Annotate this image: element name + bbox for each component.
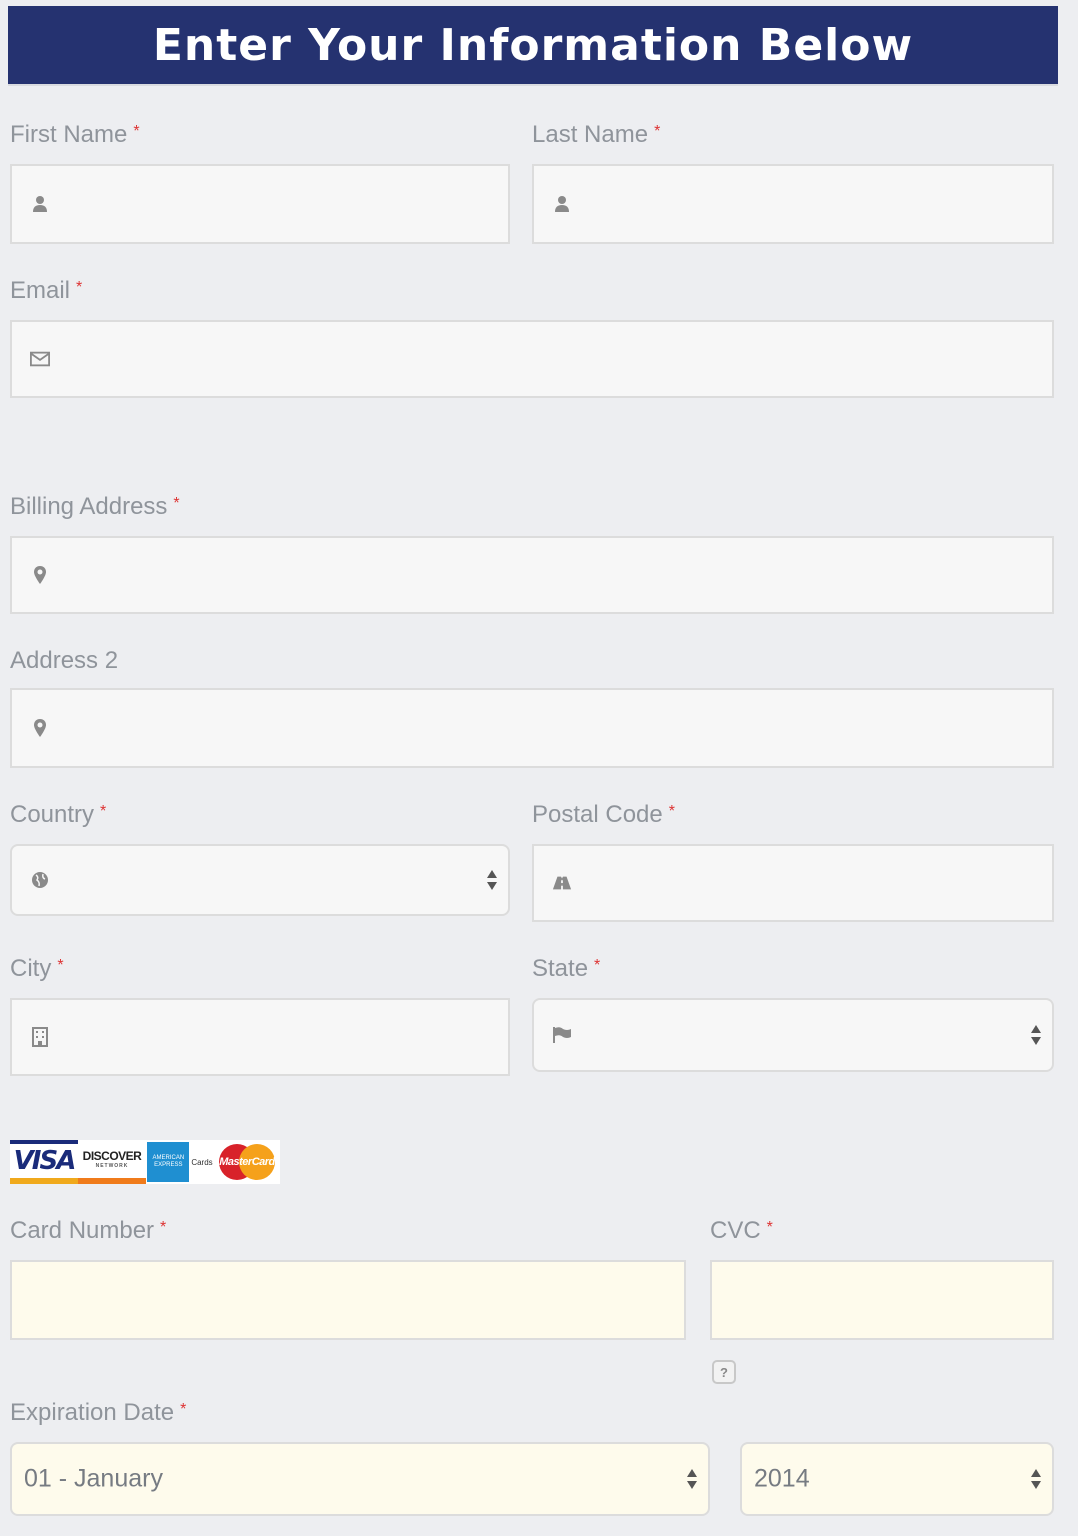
last-name-label: Last Name * (532, 121, 661, 148)
form-header: Enter Your Information Below (8, 6, 1058, 84)
city-input[interactable] (10, 998, 510, 1076)
billing-address-input[interactable] (10, 536, 1054, 614)
required-marker: * (160, 1219, 167, 1236)
select-arrows-icon (1031, 1025, 1041, 1045)
card-number-label: Card Number * (10, 1217, 167, 1244)
map-marker-icon (30, 565, 50, 585)
address2-input[interactable] (10, 688, 1054, 768)
expiration-month-value: 01 - January (24, 1464, 163, 1493)
discover-logo: DISCOVER NETWORK (78, 1140, 146, 1184)
user-icon (30, 194, 50, 214)
globe-icon (30, 870, 50, 890)
expiration-month-select[interactable]: 01 - January (10, 1442, 710, 1516)
amex-logo: AMERICAN EXPRESS Cards (146, 1140, 214, 1184)
card-logos: VISA DISCOVER NETWORK AMERICAN EXPRESS Ca… (10, 1140, 280, 1184)
first-name-input[interactable] (10, 164, 510, 244)
user-icon (552, 194, 572, 214)
city-label: City * (10, 955, 64, 982)
map-marker-icon (30, 718, 50, 738)
flag-icon (552, 1025, 572, 1045)
card-number-input[interactable] (10, 1260, 686, 1340)
required-marker: * (180, 1401, 187, 1418)
country-label: Country * (10, 801, 107, 828)
cvc-input[interactable] (710, 1260, 1054, 1340)
expiration-year-select[interactable]: 2014 (740, 1442, 1054, 1516)
road-icon (552, 873, 572, 893)
required-marker: * (766, 1219, 773, 1236)
required-marker: * (668, 803, 675, 820)
required-marker: * (133, 123, 140, 140)
building-icon (30, 1027, 50, 1047)
postal-code-label: Postal Code * (532, 801, 675, 828)
last-name-input[interactable] (532, 164, 1054, 244)
required-marker: * (76, 279, 83, 296)
state-label: State * (532, 955, 601, 982)
select-arrows-icon (487, 870, 497, 890)
cvc-label: CVC * (710, 1217, 773, 1244)
email-label: Email * (10, 277, 83, 304)
expiration-year-value: 2014 (754, 1464, 810, 1493)
expiration-date-label: Expiration Date * (10, 1399, 187, 1426)
required-marker: * (594, 957, 601, 974)
mastercard-logo: MasterCard (214, 1140, 280, 1184)
required-marker: * (100, 803, 107, 820)
visa-logo: VISA (10, 1140, 78, 1184)
billing-address-label: Billing Address * (10, 493, 180, 520)
required-marker: * (173, 495, 180, 512)
required-marker: * (57, 957, 64, 974)
cvc-help-icon[interactable]: ? (712, 1360, 736, 1384)
select-arrows-icon (687, 1469, 697, 1489)
address2-label: Address 2 (10, 647, 119, 674)
envelope-icon (30, 349, 50, 369)
first-name-label: First Name * (10, 121, 140, 148)
postal-code-input[interactable] (532, 844, 1054, 922)
select-arrows-icon (1031, 1469, 1041, 1489)
state-select[interactable] (532, 998, 1054, 1072)
country-select[interactable] (10, 844, 510, 916)
page-title: Enter Your Information Below (152, 19, 914, 71)
email-input[interactable] (10, 320, 1054, 398)
required-marker: * (654, 123, 661, 140)
